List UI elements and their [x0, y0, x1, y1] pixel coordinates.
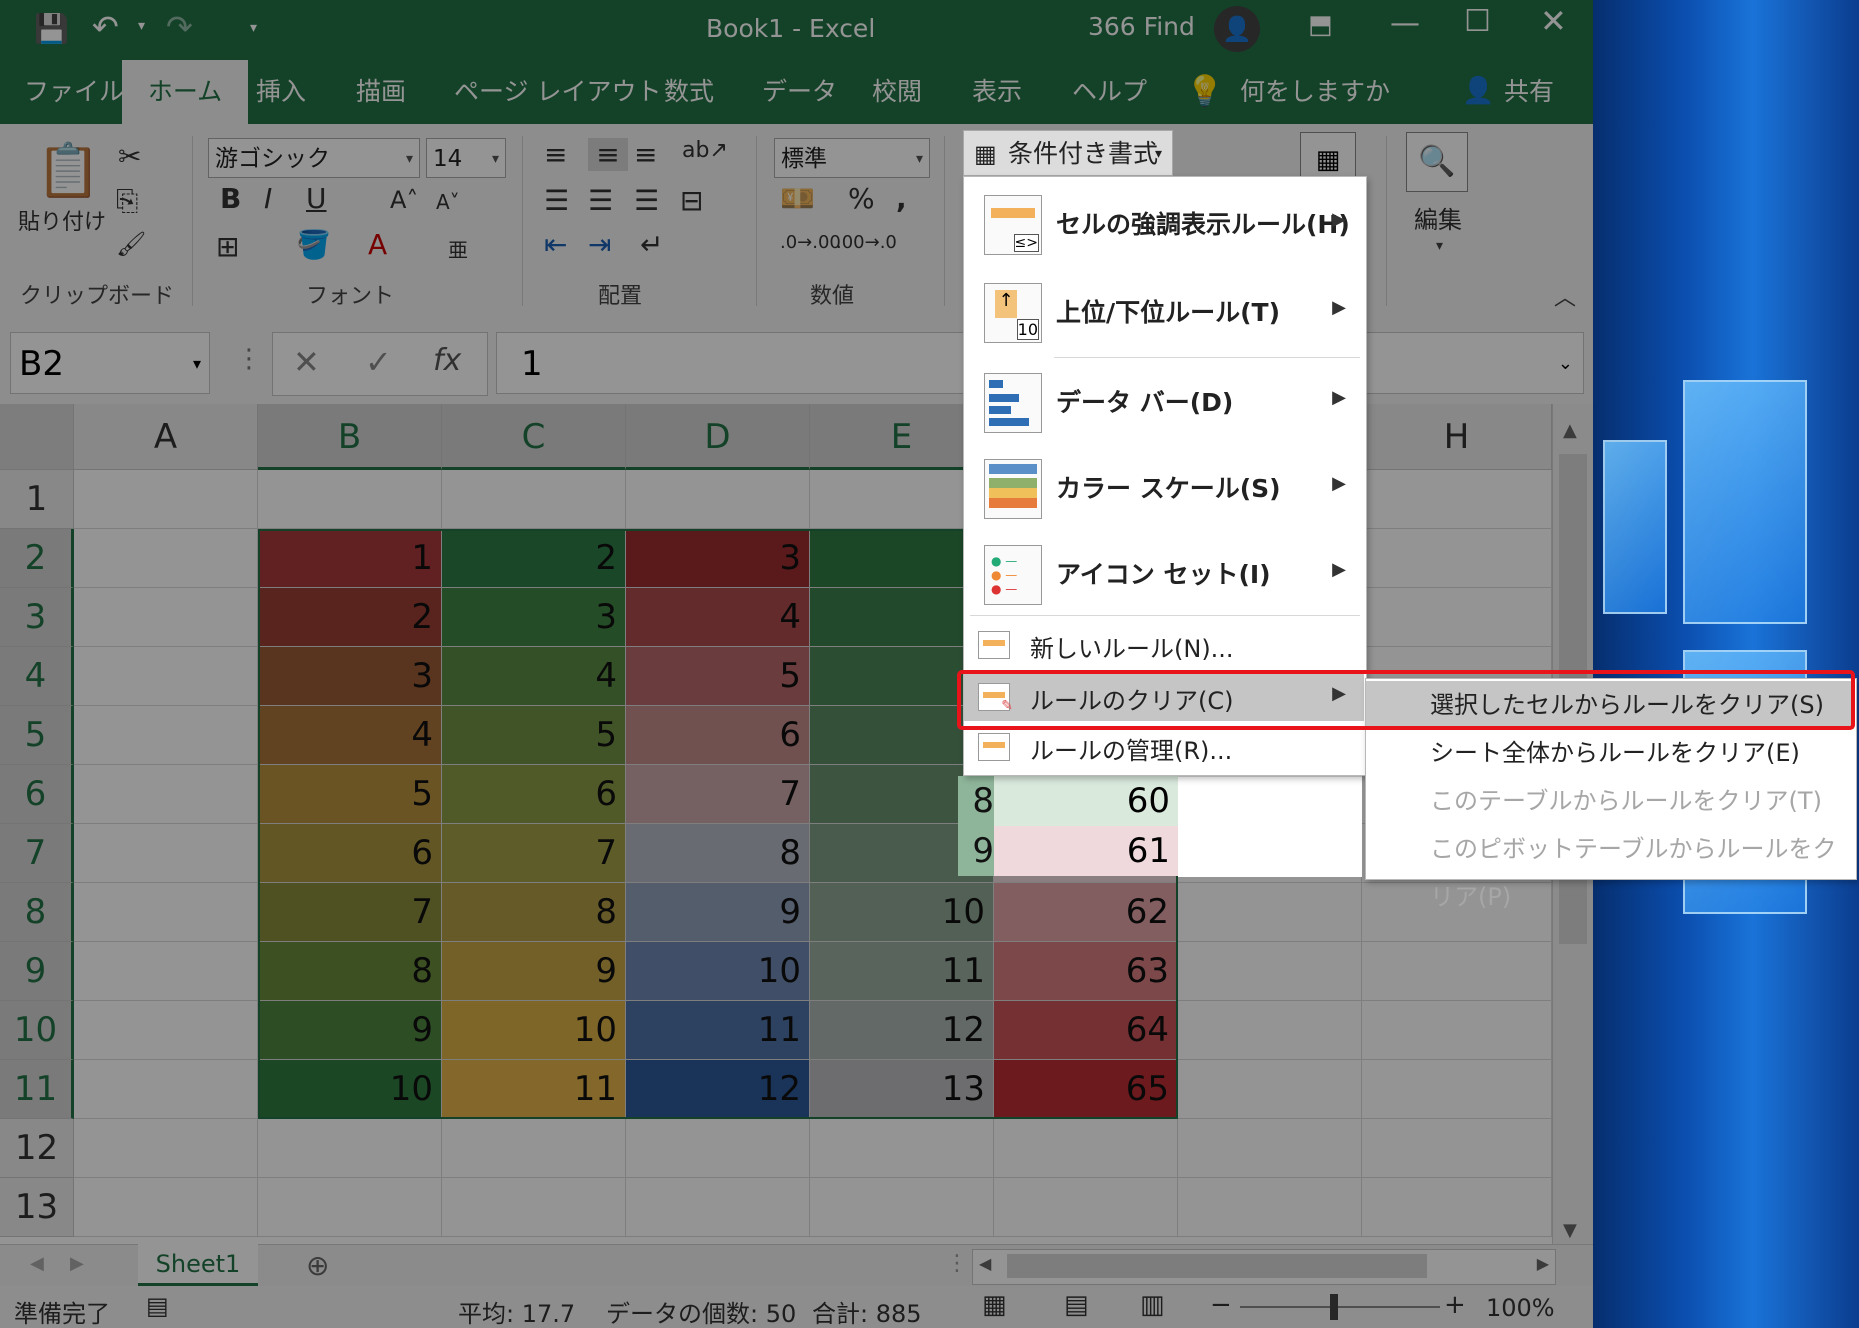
icon-set-icon: ● — ● — ● — — [984, 545, 1042, 605]
menu-separator — [1054, 357, 1360, 358]
submenu-arrow-icon: ▶ — [1332, 297, 1346, 318]
chevron-down-icon: ▾ — [1154, 146, 1162, 162]
menu-highlight-cell-rules[interactable]: ≤> セルの強調表示ルール(H) ▶ — [964, 181, 1364, 267]
submenu-clear-table: このテーブルからルールをクリア(T) — [1430, 787, 1822, 815]
color-scale-icon — [984, 459, 1042, 519]
new-rule-icon — [978, 631, 1010, 659]
menu-label: カラー スケール(S) — [1056, 474, 1281, 503]
highlight-annotation — [957, 670, 1855, 730]
highlight-rules-icon: ≤> — [984, 195, 1042, 255]
submenu-arrow-icon: ▶ — [1332, 473, 1346, 494]
menu-separator — [970, 615, 1360, 616]
data-bar-icon — [984, 373, 1042, 433]
menu-data-bars[interactable]: データ バー(D) ▶ — [964, 359, 1364, 445]
top-bottom-icon: ↑ 10 — [984, 283, 1042, 343]
desktop-background — [1593, 0, 1859, 1328]
menu-icon-sets[interactable]: ● — ● — ● — アイコン セット(I) ▶ — [964, 531, 1364, 617]
menu-top-bottom-rules[interactable]: ↑ 10 上位/下位ルール(T) ▶ — [964, 269, 1364, 355]
menu-label: ルールの管理(R)... — [1030, 737, 1233, 765]
cell-e6[interactable]: 8 — [958, 776, 994, 826]
submenu-arrow-icon: ▶ — [1332, 387, 1346, 408]
cell-f7[interactable]: 61 — [994, 826, 1178, 876]
submenu-clear-pivot: このピボットテーブルからルールをクリア(P) — [1430, 835, 1837, 911]
cell-f6[interactable]: 60 — [994, 776, 1178, 826]
manage-rules-icon — [978, 733, 1010, 761]
menu-new-rule[interactable]: 新しいルール(N)... — [964, 621, 1364, 667]
menu-label: アイコン セット(I) — [1056, 560, 1271, 589]
conditional-formatting-button[interactable]: ▦ 条件付き書式 ▾ — [963, 130, 1173, 176]
menu-label: セルの強調表示ルール(H) — [1056, 210, 1350, 239]
windows-logo-pane — [1683, 380, 1807, 624]
submenu-arrow-icon: ▶ — [1332, 559, 1346, 580]
conditional-formatting-icon: ▦ — [974, 140, 997, 168]
submenu-clear-sheet[interactable]: シート全体からルールをクリア(E) — [1366, 729, 1854, 777]
submenu-arrow-icon: ▶ — [1332, 209, 1346, 230]
conditional-formatting-label: 条件付き書式 — [1008, 139, 1159, 168]
menu-color-scales[interactable]: カラー スケール(S) ▶ — [964, 445, 1364, 531]
menu-label: 上位/下位ルール(T) — [1056, 298, 1281, 327]
windows-logo-pane — [1603, 440, 1667, 614]
menu-label: データ バー(D) — [1056, 388, 1234, 417]
menu-label: 新しいルール(N)... — [1030, 635, 1234, 663]
cell-e7[interactable]: 9 — [958, 826, 994, 876]
cell-g-strip — [1178, 776, 1362, 877]
